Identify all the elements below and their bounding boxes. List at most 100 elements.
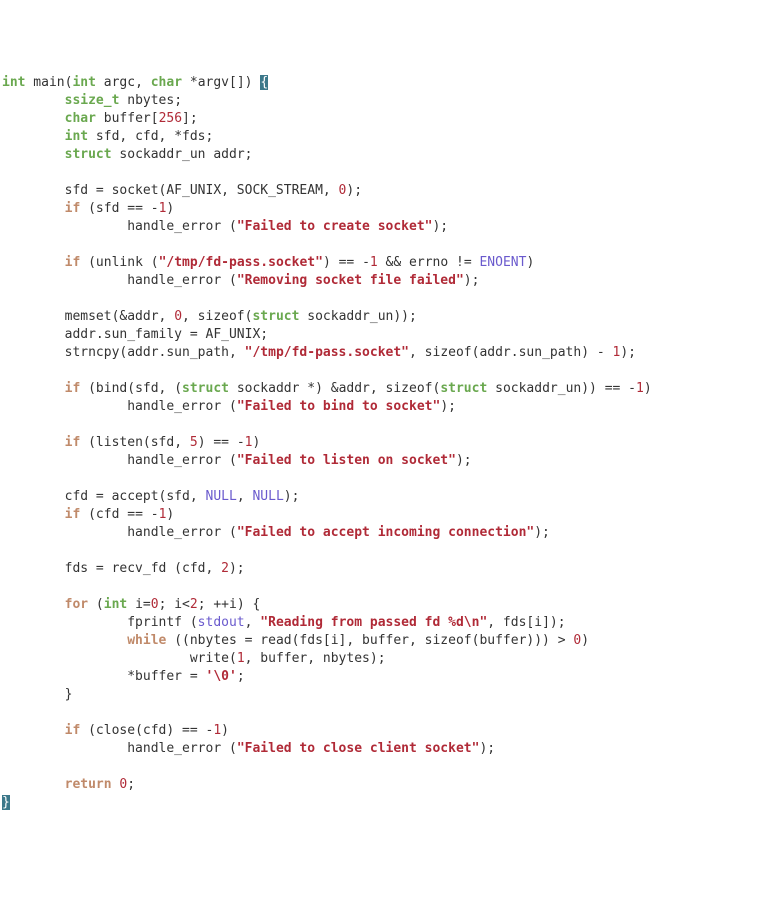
code-token: struct [65, 147, 112, 162]
code-token: { [260, 75, 268, 90]
code-token: ssize_t [65, 93, 120, 108]
code-line: if (unlink ("/tmp/fd-pass.socket") == -1… [2, 255, 534, 270]
code-token [2, 597, 65, 612]
code-line: if (sfd == -1) [2, 201, 174, 216]
code-token: ) [252, 435, 260, 450]
code-line: if (close(cfd) == -1) [2, 723, 229, 738]
code-token: 1 [636, 381, 644, 396]
code-token: sockaddr_un)) == - [487, 381, 636, 396]
code-line: cfd = accept(sfd, NULL, NULL); [2, 489, 299, 504]
code-token: ; [237, 669, 245, 684]
code-token: "Failed to bind to socket" [237, 399, 441, 414]
code-token: strncpy(addr.sun_path, [2, 345, 245, 360]
code-token: NULL [206, 489, 237, 504]
code-line: int main(int argc, char *argv[]) { [2, 75, 268, 90]
code-token: NULL [252, 489, 283, 504]
code-token: 0 [119, 777, 127, 792]
code-token: return [65, 777, 112, 792]
code-line: for (int i=0; i<2; ++i) { [2, 597, 260, 612]
code-token: ); [479, 741, 495, 756]
code-token [2, 93, 65, 108]
code-token [2, 147, 65, 162]
code-token: if [65, 255, 81, 270]
code-line: fprintf (stdout, "Reading from passed fd… [2, 615, 566, 630]
code-token: 0 [174, 309, 182, 324]
code-token: , [237, 489, 253, 504]
code-line: struct sockaddr_un addr; [2, 147, 252, 162]
code-token [2, 111, 65, 126]
code-token: "Failed to listen on socket" [237, 453, 456, 468]
code-line: return 0; [2, 777, 135, 792]
code-line: ssize_t nbytes; [2, 93, 182, 108]
code-line: memset(&addr, 0, sizeof(struct sockaddr_… [2, 309, 417, 324]
code-token: ) == - [198, 435, 245, 450]
code-token: *buffer = [2, 669, 206, 684]
code-token: char [65, 111, 96, 126]
code-token: "/tmp/fd-pass.socket" [245, 345, 409, 360]
code-line: if (listen(sfd, 5) == -1) [2, 435, 260, 450]
code-token: ) [526, 255, 534, 270]
code-line: sfd = socket(AF_UNIX, SOCK_STREAM, 0); [2, 183, 362, 198]
code-token: ); [534, 525, 550, 540]
code-token: && errno != [378, 255, 480, 270]
code-token: memset(&addr, [2, 309, 174, 324]
code-token: , [245, 615, 261, 630]
code-token: ); [464, 273, 480, 288]
code-token: "Failed to create socket" [237, 219, 433, 234]
code-token [2, 777, 65, 792]
code-token: handle_error ( [2, 273, 237, 288]
code-token: sockaddr *) &addr, sizeof( [229, 381, 440, 396]
code-token: char [151, 75, 182, 90]
code-line: handle_error ("Removing socket file fail… [2, 273, 479, 288]
code-token: ) [166, 507, 174, 522]
code-line: if (bind(sfd, (struct sockaddr *) &addr,… [2, 381, 652, 396]
code-token: handle_error ( [2, 453, 237, 468]
code-line: char buffer[256]; [2, 111, 198, 126]
code-token: ]; [182, 111, 198, 126]
code-token: 1 [237, 651, 245, 666]
code-token [112, 777, 120, 792]
code-token: (unlink ( [80, 255, 158, 270]
code-token: ( [88, 597, 104, 612]
code-token: 256 [159, 111, 182, 126]
code-line: strncpy(addr.sun_path, "/tmp/fd-pass.soc… [2, 345, 636, 360]
code-token: 2 [221, 561, 229, 576]
code-line: handle_error ("Failed to close client so… [2, 741, 495, 756]
code-line: handle_error ("Failed to listen on socke… [2, 453, 472, 468]
code-token: } [2, 687, 72, 702]
code-token: stdout [198, 615, 245, 630]
code-token: handle_error ( [2, 525, 237, 540]
code-token: "Reading from passed fd [260, 615, 448, 630]
code-token: sockaddr_un addr; [112, 147, 253, 162]
code-token: ; [127, 777, 135, 792]
code-token: 0 [151, 597, 159, 612]
code-token [2, 255, 65, 270]
code-token: struct [252, 309, 299, 324]
code-line: if (cfd == -1) [2, 507, 174, 522]
code-token: ; ++i) { [198, 597, 261, 612]
code-token: ) [221, 723, 229, 738]
code-token: argc, [96, 75, 151, 90]
code-token: ); [229, 561, 245, 576]
code-token: if [65, 435, 81, 450]
code-token: if [65, 381, 81, 396]
code-line: while ((nbytes = read(fds[i], buffer, si… [2, 633, 589, 648]
code-token: (listen(sfd, [80, 435, 190, 450]
code-token: "Failed to close client socket" [237, 741, 480, 756]
code-token: ) [581, 633, 589, 648]
code-token: i= [127, 597, 150, 612]
code-token: "Failed to accept incoming connection" [237, 525, 534, 540]
code-token [2, 381, 65, 396]
code-token: ) [644, 381, 652, 396]
code-line: *buffer = '\0'; [2, 669, 245, 684]
code-token: ); [440, 399, 456, 414]
code-token: 2 [190, 597, 198, 612]
code-line: } [2, 795, 10, 810]
code-line: addr.sun_family = AF_UNIX; [2, 327, 268, 342]
code-token: ) == - [323, 255, 370, 270]
code-line: handle_error ("Failed to create socket")… [2, 219, 448, 234]
code-token: , buffer, nbytes); [245, 651, 386, 666]
code-token: , fds[i]); [487, 615, 565, 630]
code-token: while [127, 633, 166, 648]
code-token: *argv[]) [182, 75, 260, 90]
